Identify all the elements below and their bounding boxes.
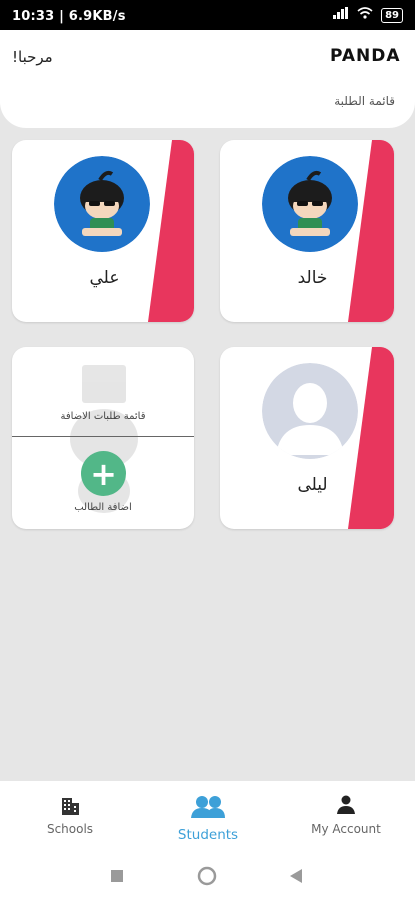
ribbon-decoration	[348, 347, 394, 529]
page-title: قائمة الطلبة	[334, 94, 395, 108]
nav-account[interactable]: My Account	[286, 795, 406, 836]
student-card[interactable]: خالد	[220, 140, 394, 322]
requests-list-link[interactable]: قائمة طلبات الاضافة	[12, 411, 194, 422]
student-avatar	[54, 156, 150, 252]
add-student-label[interactable]: اضافة الطالب	[12, 502, 194, 513]
student-name: ليلى	[297, 475, 328, 495]
student-card[interactable]: ليلى	[220, 347, 394, 529]
people-icon	[191, 796, 225, 818]
add-student-button[interactable]: +	[81, 451, 126, 496]
student-name: علي	[89, 268, 120, 288]
nav-schools-label: Schools	[46, 822, 94, 836]
building-icon	[62, 798, 79, 815]
divider	[12, 436, 194, 437]
greeting-text: مرحبا!	[12, 48, 53, 66]
back-icon[interactable]	[289, 868, 303, 884]
nav-account-label: My Account	[311, 822, 381, 836]
bottom-nav: Schools Students My Account	[0, 781, 415, 856]
student-avatar	[262, 156, 358, 252]
nav-students-label: Students	[177, 827, 239, 843]
system-nav-bar	[0, 856, 415, 900]
recent-apps-icon[interactable]	[110, 869, 124, 883]
person-icon	[337, 795, 355, 814]
signal-icon	[333, 7, 349, 23]
wifi-icon	[357, 7, 373, 23]
ribbon-decoration	[148, 140, 194, 322]
add-student-card: قائمة طلبات الاضافة + اضافة الطالب	[12, 347, 194, 529]
status-icons: 89	[333, 7, 403, 23]
placeholder-avatar-icon	[262, 363, 358, 459]
student-name: خالد	[297, 268, 328, 288]
student-card[interactable]: علي	[12, 140, 194, 322]
nav-students[interactable]: Students	[148, 795, 268, 843]
brand-logo: PANDA	[330, 46, 401, 66]
app-header: PANDA مرحبا! قائمة الطلبة	[0, 30, 415, 128]
home-icon[interactable]	[197, 866, 217, 886]
nav-schools[interactable]: Schools	[10, 795, 130, 836]
ribbon-decoration	[348, 140, 394, 322]
status-bar: 10:33 | 6.9KB/s 89	[0, 0, 415, 34]
battery-icon: 89	[381, 7, 403, 23]
status-time: 10:33 | 6.9KB/s	[12, 9, 126, 24]
